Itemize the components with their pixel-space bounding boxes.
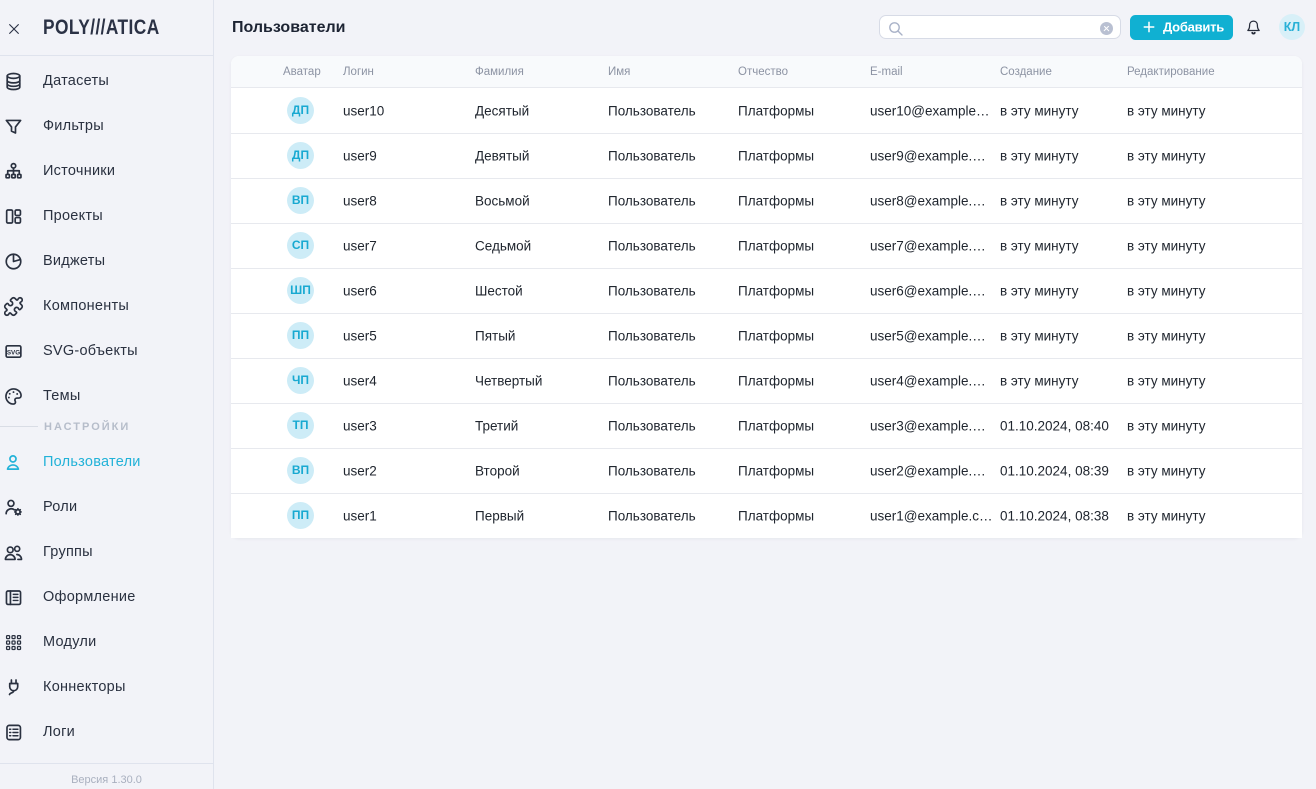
svg-text:SVG: SVG bbox=[7, 349, 20, 356]
